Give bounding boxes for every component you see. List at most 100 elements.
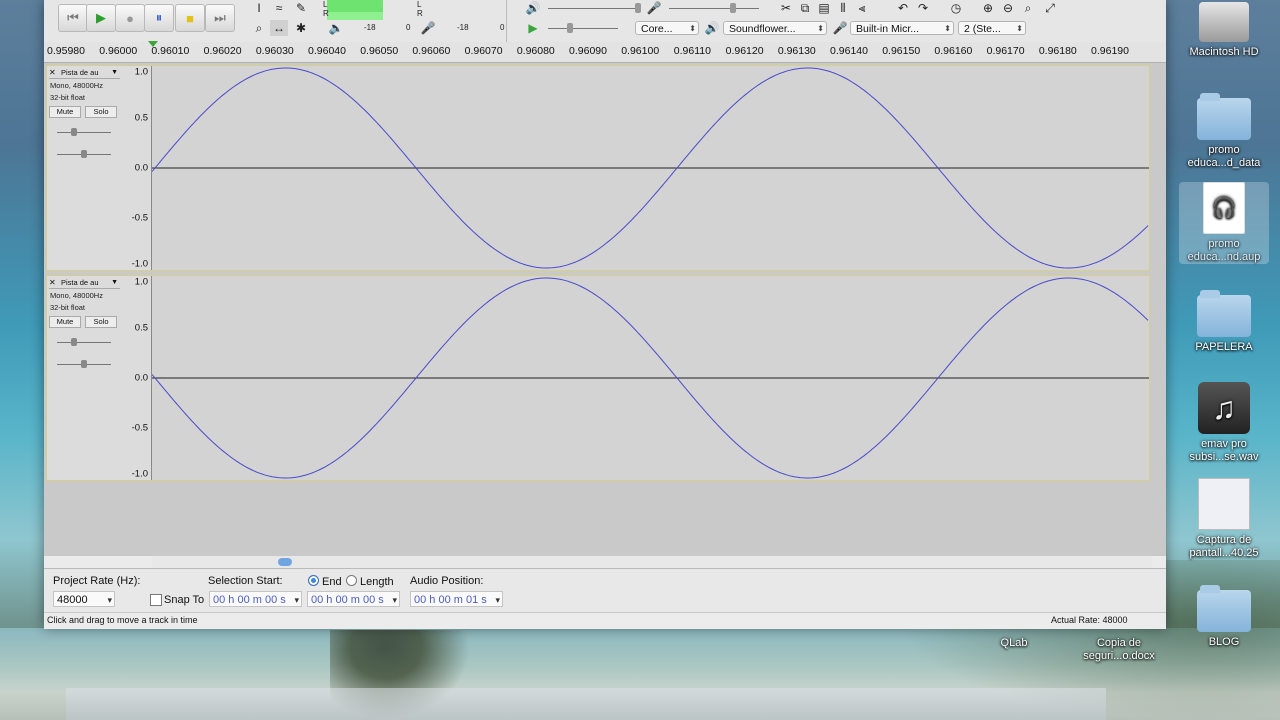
hard-drive-icon — [1199, 2, 1249, 42]
timeline-ruler[interactable]: 0.95980 0.96000 0.96010 0.96020 0.96030 0.960… — [44, 42, 1166, 63]
pan-slider-knob[interactable] — [81, 150, 87, 158]
microphone-icon: 🎤 — [420, 21, 436, 35]
end-radio[interactable]: End — [308, 575, 342, 588]
stop-button[interactable]: ■ — [175, 4, 205, 32]
scale-label: 0.5 — [134, 112, 148, 124]
track-name-menu[interactable]: ✕ Pista de au ▼ — [49, 278, 120, 289]
amplitude-scale: 1.0 0.5 0.0 -0.5 -1.0 — [123, 276, 152, 480]
project-rate-select[interactable]: 48000 — [53, 591, 115, 608]
snap-to-checkbox[interactable] — [150, 594, 162, 606]
horizontal-scrollbar[interactable] — [152, 556, 1152, 568]
gain-slider-knob[interactable] — [71, 128, 77, 136]
scrollbar-thumb[interactable] — [278, 558, 292, 566]
play-at-speed-icon[interactable]: ▶ — [524, 20, 542, 36]
scale-label: -0.5 — [131, 422, 148, 434]
selection-end-time[interactable]: 00 h 00 m 00 s — [307, 591, 400, 608]
zoom-tool-icon[interactable]: ⌕ — [250, 20, 268, 36]
sync-lock-icon[interactable]: ◷ — [947, 0, 965, 16]
playback-volume-knob[interactable] — [635, 3, 641, 13]
input-device-select[interactable]: Built-in Micr... — [850, 21, 954, 35]
desktop-icon-captura[interactable]: Captura de pantall...40.25 — [1179, 478, 1269, 560]
host-select[interactable]: Core... — [635, 21, 699, 35]
meter-scale-0-b: 0 — [500, 23, 505, 32]
selection-tool-icon[interactable]: I — [250, 0, 268, 16]
desktop-icon-qlab[interactable]: QLab — [969, 637, 1059, 650]
skip-start-button[interactable]: ⏮ — [58, 4, 88, 32]
record-volume-slider[interactable] — [669, 8, 759, 9]
mute-button[interactable]: Mute — [49, 106, 81, 118]
close-track-icon[interactable]: ✕ — [49, 278, 56, 288]
selection-start-time[interactable]: 00 h 00 m 00 s — [209, 591, 302, 608]
undo-icon[interactable]: ↶ — [894, 0, 912, 16]
desktop-icon-label: BLOG — [1208, 636, 1240, 648]
desktop-icon-label: promo educa...nd.aup — [1187, 238, 1261, 263]
solo-button[interactable]: Solo — [85, 106, 117, 118]
track-name: Pista de au — [61, 68, 99, 77]
envelope-tool-icon[interactable]: ≈ — [270, 0, 288, 16]
record-button[interactable]: ● — [115, 4, 145, 32]
ruler-tick-label: 0.96180 — [1038, 45, 1077, 57]
solo-button[interactable]: Solo — [85, 316, 117, 328]
desktop-icon-label: PAPELERA — [1195, 341, 1253, 353]
ruler-tick-label: 0.96170 — [986, 45, 1025, 57]
trim-icon[interactable]: ⫴ — [834, 0, 852, 16]
zoom-out-icon[interactable]: ⊖ — [999, 0, 1017, 16]
close-track-icon[interactable]: ✕ — [49, 68, 56, 78]
selection-start-label: Selection Start: — [208, 575, 283, 587]
multi-tool-icon[interactable]: ✱ — [292, 20, 310, 36]
dropdown-arrow-icon[interactable]: ▼ — [111, 68, 118, 78]
redo-icon[interactable]: ↷ — [914, 0, 932, 16]
desktop-icon-copia-docx[interactable]: Copia de seguri...o.docx — [1074, 637, 1164, 663]
draw-tool-icon[interactable]: ✎ — [292, 0, 310, 16]
gain-slider[interactable] — [57, 342, 111, 343]
dropdown-arrow-icon[interactable]: ▼ — [111, 278, 118, 288]
pause-button[interactable]: ⏸ — [144, 4, 174, 32]
copy-icon[interactable]: ⧉ — [796, 0, 814, 16]
play-speed-knob[interactable] — [567, 23, 573, 33]
waveform-display[interactable] — [152, 276, 1149, 480]
actual-rate: Actual Rate: 48000 — [1051, 615, 1128, 625]
gain-slider[interactable] — [57, 132, 111, 133]
cut-icon[interactable]: ✂ — [777, 0, 795, 16]
audio-position-time[interactable]: 00 h 00 m 01 s — [410, 591, 503, 608]
fit-project-icon[interactable]: ⤢ — [1041, 0, 1059, 16]
length-radio[interactable]: Length — [346, 575, 394, 588]
skip-end-button[interactable]: ⏭ — [205, 4, 235, 32]
audio-track-2[interactable]: ✕ Pista de au ▼ Mono, 48000Hz 32-bit flo… — [46, 275, 1150, 481]
status-message: Click and drag to move a track in time — [47, 615, 198, 625]
desktop-icon-promo-data[interactable]: promo educa...d_data — [1179, 93, 1269, 170]
desktop-icon-emav-wav[interactable]: ♫ emav pro subsi...se.wav — [1179, 382, 1269, 464]
desktop-icon-promo-aup[interactable]: 🎧 promo educa...nd.aup — [1179, 182, 1269, 264]
mute-button[interactable]: Mute — [49, 316, 81, 328]
channels-select[interactable]: 2 (Ste... — [958, 21, 1026, 35]
track-name-menu[interactable]: ✕ Pista de au ▼ — [49, 68, 120, 79]
desktop-icon-blog[interactable]: BLOG — [1179, 585, 1269, 649]
scale-label: 1.0 — [134, 276, 148, 288]
play-speed-slider[interactable] — [548, 28, 618, 29]
skip-start-icon: ⏮ — [67, 10, 79, 25]
desktop-icon-papelera[interactable]: PAPELERA — [1179, 290, 1269, 354]
record-volume-knob[interactable] — [730, 3, 736, 13]
meter2-r-label: R — [417, 9, 423, 18]
waveform-display[interactable] — [152, 66, 1149, 270]
ruler-tick-label: 0.96020 — [203, 45, 242, 57]
paste-icon[interactable]: ▤ — [815, 0, 833, 16]
play-button[interactable]: ▶ — [86, 4, 116, 32]
playhead-marker[interactable] — [148, 41, 158, 47]
output-device-select[interactable]: Soundflower... — [723, 21, 827, 35]
record-icon: ● — [126, 10, 134, 26]
zoom-in-icon[interactable]: ⊕ — [979, 0, 997, 16]
playback-volume-slider[interactable] — [548, 8, 638, 9]
track-control-panel: ✕ Pista de au ▼ Mono, 48000Hz 32-bit flo… — [47, 66, 124, 270]
scale-label: 0.0 — [134, 372, 148, 384]
silence-icon[interactable]: ⫷ — [853, 0, 871, 16]
pan-slider-knob[interactable] — [81, 360, 87, 368]
desktop-icon-macintosh-hd[interactable]: Macintosh HD — [1179, 2, 1269, 59]
fit-selection-icon[interactable]: ⌕ — [1019, 0, 1037, 16]
amplitude-scale: 1.0 0.5 0.0 -0.5 -1.0 — [123, 66, 152, 270]
ruler-tick-label: 0.96060 — [412, 45, 451, 57]
audio-track-1[interactable]: ✕ Pista de au ▼ Mono, 48000Hz 32-bit flo… — [46, 65, 1150, 271]
gain-slider-knob[interactable] — [71, 338, 77, 346]
track-panel: ✕ Pista de au ▼ Mono, 48000Hz 32-bit flo… — [44, 63, 1166, 556]
time-shift-tool-icon[interactable]: ↔ — [270, 20, 288, 36]
